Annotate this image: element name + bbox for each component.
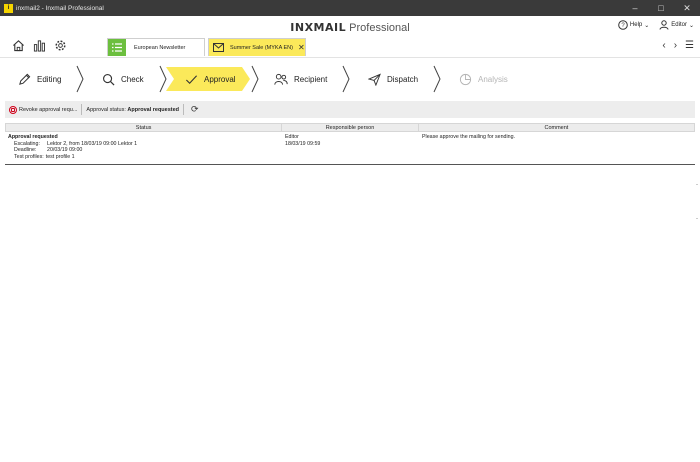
stop-icon bbox=[9, 105, 17, 114]
revoke-approval-button[interactable]: Revoke approval requ... bbox=[9, 105, 78, 114]
close-window-button[interactable]: ✕ bbox=[674, 0, 700, 16]
settings-gear-icon[interactable] bbox=[53, 38, 68, 53]
column-header-status[interactable]: Status bbox=[6, 124, 283, 131]
approval-table: Status Responsible person Comment Approv… bbox=[5, 123, 695, 166]
help-menu[interactable]: ? Help ⌄ bbox=[618, 20, 649, 30]
step-label: Editing bbox=[37, 74, 62, 84]
detail-key: Test profiles: bbox=[14, 153, 44, 160]
status-cell: Approval requested Escalating: Lektor 2,… bbox=[5, 132, 282, 162]
escalating-line: Escalating: Lektor 2, from 18/03/19 09:0… bbox=[8, 141, 279, 148]
approval-status: Approval status: Approval requested bbox=[86, 107, 179, 113]
detail-value: Lektor 2, from 18/03/19 09:00 Lektor 1 bbox=[47, 140, 138, 147]
responsible-cell: Editor 18/03/19 09:59 bbox=[282, 132, 419, 162]
step-label: Recipient bbox=[294, 74, 328, 84]
previous-arrow-icon[interactable]: ‹ bbox=[662, 40, 665, 51]
brand-subtitle: Professional bbox=[349, 22, 410, 34]
detail-value: 20/03/19 09:00 bbox=[47, 147, 83, 154]
step-label: Dispatch bbox=[387, 74, 419, 84]
workflow-steps: Editing Check Approval Recipient Dispatc… bbox=[0, 57, 700, 99]
scroll-indicator bbox=[696, 184, 698, 185]
comment-cell: Please approve the mailing for sending. bbox=[422, 134, 516, 140]
svg-text:?: ? bbox=[621, 23, 625, 29]
approval-toolbar: Revoke approval requ... Approval status:… bbox=[5, 101, 695, 118]
step-label: Approval bbox=[204, 74, 236, 84]
status-value: Approval requested bbox=[127, 106, 180, 113]
help-label: Help bbox=[629, 22, 643, 28]
brand-name: INXMAIL bbox=[290, 21, 347, 34]
detail-key: Deadline: bbox=[14, 147, 37, 154]
next-arrow-icon[interactable]: › bbox=[674, 40, 677, 51]
user-label: Editor bbox=[671, 22, 687, 28]
window-titlebar: i inxmail2 - Inxmail Professional – □ ✕ bbox=[0, 0, 700, 16]
brand-logo: INXMAIL Professional bbox=[0, 21, 700, 34]
step-label: Analysis bbox=[478, 74, 508, 84]
step-separator bbox=[251, 65, 259, 93]
step-editing[interactable]: Editing bbox=[17, 58, 61, 100]
paper-plane-icon bbox=[367, 72, 381, 86]
user-menu[interactable]: Editor ⌄ bbox=[659, 20, 694, 30]
status-prefix: Approval status: bbox=[86, 106, 126, 113]
envelope-icon bbox=[209, 39, 227, 56]
app-icon: i bbox=[4, 3, 13, 13]
pencil-icon bbox=[17, 72, 31, 86]
refresh-icon[interactable]: ⟳ bbox=[191, 104, 199, 115]
toolbar-divider bbox=[183, 104, 185, 115]
maximize-button[interactable]: □ bbox=[648, 0, 674, 16]
status-title: Approval requested bbox=[8, 134, 58, 140]
detail-value: test profile 1 bbox=[45, 153, 75, 160]
revoke-label: Revoke approval requ... bbox=[19, 106, 78, 113]
step-separator bbox=[342, 65, 350, 93]
test-profiles-line: Test profiles: test profile 1 bbox=[8, 154, 279, 161]
responsible-person: Editor bbox=[285, 134, 299, 140]
tab-label: European Newsletter bbox=[134, 44, 186, 51]
window-title: inxmail2 - Inxmail Professional bbox=[16, 4, 104, 12]
reports-icon[interactable] bbox=[32, 38, 47, 53]
close-tab-icon[interactable]: ✕ bbox=[298, 43, 305, 52]
step-analysis: Analysis bbox=[458, 58, 508, 100]
tab-summer-sale[interactable]: Summer Sale (MYKA EN) ✕ bbox=[208, 38, 306, 56]
step-separator bbox=[159, 65, 167, 93]
minimize-button[interactable]: – bbox=[622, 0, 648, 16]
toolbar-divider bbox=[81, 104, 83, 115]
column-header-responsible[interactable]: Responsible person bbox=[282, 124, 419, 131]
help-icon: ? bbox=[618, 20, 628, 30]
step-check[interactable]: Check bbox=[101, 58, 144, 100]
table-row[interactable]: Approval requested Escalating: Lektor 2,… bbox=[5, 132, 695, 166]
deadline-line: Deadline: 20/03/19 09:00 bbox=[8, 147, 279, 154]
list-icon bbox=[108, 39, 126, 56]
step-separator bbox=[76, 65, 84, 93]
app-header: INXMAIL Professional European Newsletter… bbox=[0, 16, 700, 56]
responsible-date: 18/03/19 09:59 bbox=[285, 140, 321, 147]
tab-label: Summer Sale (MYKA EN) bbox=[230, 44, 293, 51]
home-icon[interactable] bbox=[11, 38, 26, 53]
step-dispatch[interactable]: Dispatch bbox=[367, 58, 418, 100]
step-separator bbox=[433, 65, 441, 93]
column-header-comment[interactable]: Comment bbox=[419, 124, 694, 131]
user-icon bbox=[659, 20, 669, 30]
pie-chart-icon bbox=[458, 72, 472, 86]
step-approval[interactable]: Approval bbox=[184, 58, 236, 100]
tab-european-newsletter[interactable]: European Newsletter bbox=[107, 38, 205, 56]
hamburger-menu-icon[interactable]: ☰ bbox=[685, 40, 694, 51]
step-label: Check bbox=[121, 74, 144, 84]
checkmark-icon bbox=[184, 72, 198, 86]
table-header: Status Responsible person Comment bbox=[5, 123, 695, 132]
chevron-down-icon: ⌄ bbox=[688, 22, 694, 29]
chevron-down-icon: ⌄ bbox=[644, 22, 650, 29]
scroll-indicator bbox=[696, 218, 698, 219]
detail-key: Escalating: bbox=[14, 140, 40, 147]
magnifier-icon bbox=[101, 72, 115, 86]
step-recipient[interactable]: Recipient bbox=[274, 58, 327, 100]
people-icon bbox=[274, 72, 288, 86]
